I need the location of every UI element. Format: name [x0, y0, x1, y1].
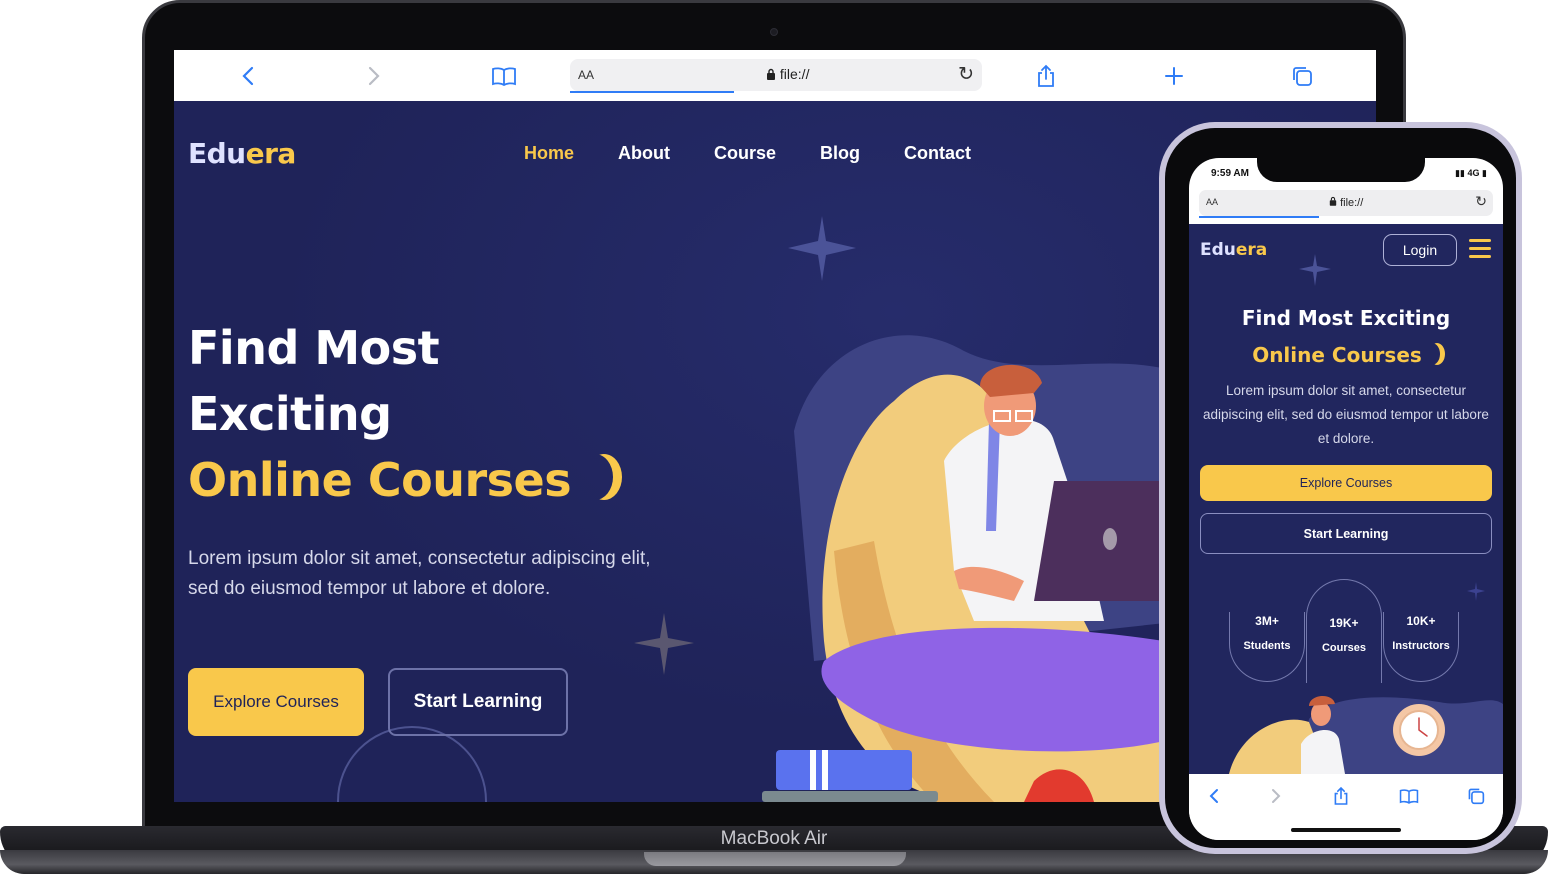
lock-icon: [1329, 196, 1337, 206]
stat-label: Instructors: [1392, 640, 1450, 652]
crescent-icon: [1424, 343, 1440, 365]
reader-aa-button[interactable]: AA: [578, 68, 594, 82]
start-learning-button[interactable]: Start Learning: [388, 668, 568, 736]
battery-icon: ▮: [1482, 168, 1487, 178]
nav-course[interactable]: Course: [714, 143, 776, 164]
phone-frame: 9:59 AM ▮▮ 4G ▮ AA file:// ↻ Eduera Logi…: [1159, 122, 1522, 854]
forward-icon[interactable]: [360, 62, 388, 90]
logo-accent-text: era: [245, 137, 297, 170]
phone-load-progress: [1199, 216, 1319, 218]
hamburger-menu-icon[interactable]: [1469, 239, 1491, 259]
phone-logo-accent: era: [1235, 240, 1268, 260]
hero-title-highlight: Online Courses: [188, 453, 572, 507]
page-load-progress: [570, 91, 734, 93]
signal-bars-icon: ▮▮: [1455, 168, 1468, 178]
url-value: file://: [779, 66, 810, 82]
hero-title-line2: Exciting: [188, 387, 392, 441]
stat-label: Courses: [1321, 642, 1367, 654]
hero-description: Lorem ipsum dolor sit amet, consectetur …: [188, 548, 651, 599]
device-mockup-stage: MacBook Air AA file:// ↻ Eduera Home Abo…: [0, 0, 1548, 888]
sparkle-icon: [788, 216, 856, 281]
stat-courses: 19K+ Courses: [1306, 579, 1382, 683]
status-signal: ▮▮ 4G ▮: [1455, 168, 1487, 179]
book-stripe: [810, 750, 816, 790]
nav-blog[interactable]: Blog: [820, 143, 860, 164]
hero-title-line1: Find Most: [188, 321, 440, 375]
phone-notch: [1257, 152, 1425, 182]
share-icon[interactable]: [1032, 62, 1060, 90]
phone-back-icon[interactable]: [1202, 784, 1226, 808]
phone-screen: 9:59 AM ▮▮ 4G ▮ AA file:// ↻ Eduera Logi…: [1189, 158, 1503, 840]
phone-bezel: 9:59 AM ▮▮ 4G ▮ AA file:// ↻ Eduera Logi…: [1165, 128, 1516, 848]
site-logo[interactable]: Eduera: [188, 137, 296, 170]
phone-url-text: file://: [1329, 196, 1363, 209]
sparkle-icon: [1299, 254, 1331, 286]
phone-bookmarks-icon[interactable]: [1397, 784, 1421, 808]
phone-url-value: file://: [1340, 197, 1364, 209]
stat-label: Students: [1243, 640, 1291, 652]
phone-start-learning-button[interactable]: Start Learning: [1200, 513, 1492, 554]
nav-home[interactable]: Home: [524, 143, 574, 164]
phone-site-logo[interactable]: Eduera: [1200, 240, 1267, 260]
laptop-opening-notch: [644, 852, 906, 866]
phone-hero-description: Lorem ipsum dolor sit amet, consectetur …: [1203, 383, 1489, 446]
book-bottom: [762, 791, 938, 802]
phone-reload-icon[interactable]: ↻: [1475, 193, 1487, 210]
nav-about[interactable]: About: [618, 143, 670, 164]
main-nav: Home About Course Blog Contact: [524, 143, 1015, 164]
phone-character-hair: [1309, 695, 1335, 706]
phone-tabs-icon[interactable]: [1464, 784, 1488, 808]
new-tab-icon[interactable]: [1160, 62, 1188, 90]
sparkle-icon: [1467, 582, 1485, 601]
hero-title-highlight-row: Online Courses: [188, 447, 613, 513]
sparkle-icon: [634, 613, 694, 675]
phone-hero-highlight: Online Courses: [1252, 343, 1422, 367]
phone-login-button[interactable]: Login: [1383, 234, 1457, 266]
url-text: file://: [766, 66, 809, 82]
browser-toolbar: AA file:// ↻: [174, 50, 1376, 101]
reload-icon[interactable]: ↻: [958, 63, 974, 86]
phone-browser-toolbar: [1189, 774, 1503, 840]
stat-value: 19K+: [1329, 616, 1359, 630]
bookmarks-icon[interactable]: [490, 62, 518, 90]
phone-logo-main: Edu: [1200, 240, 1236, 260]
home-indicator[interactable]: [1291, 828, 1401, 832]
phone-hero-highlight-row: Online Courses: [1189, 337, 1503, 374]
nav-contact[interactable]: Contact: [904, 143, 971, 164]
status-time: 9:59 AM: [1211, 168, 1249, 179]
phone-explore-courses-button[interactable]: Explore Courses: [1200, 465, 1492, 501]
stat-value: 10K+: [1406, 614, 1436, 628]
explore-courses-button[interactable]: Explore Courses: [188, 668, 364, 736]
network-type: 4G: [1467, 168, 1480, 178]
laptop-camera: [770, 28, 778, 36]
phone-hero-title-line: Find Most Exciting: [1241, 306, 1451, 330]
phone-forward-icon[interactable]: [1264, 784, 1288, 808]
logo-main-text: Edu: [188, 137, 246, 170]
decorative-circle: [337, 726, 487, 802]
lock-icon: [767, 68, 775, 80]
book-stack: [776, 750, 912, 790]
character-laptop: [1034, 481, 1164, 601]
address-bar[interactable]: AA file:// ↻: [570, 59, 982, 93]
phone-address-bar[interactable]: AA file:// ↻: [1199, 190, 1493, 218]
tabs-icon[interactable]: [1288, 62, 1316, 90]
hero-title: Find Most Exciting Online Courses: [188, 315, 613, 513]
book-stripe: [822, 750, 828, 790]
phone-share-icon[interactable]: [1329, 784, 1353, 808]
phone-hero-title: Find Most Exciting Online Courses: [1189, 300, 1503, 374]
stat-value: 3M+: [1255, 614, 1279, 628]
crescent-icon: [577, 454, 613, 500]
phone-website: Eduera Login Find Most Exciting Online C…: [1189, 224, 1503, 774]
back-icon[interactable]: [234, 62, 262, 90]
laptop-logo-shape: [1103, 528, 1117, 550]
laptop-brand-label: MacBook Air: [720, 828, 828, 849]
phone-reader-aa-button[interactable]: AA: [1206, 197, 1218, 207]
